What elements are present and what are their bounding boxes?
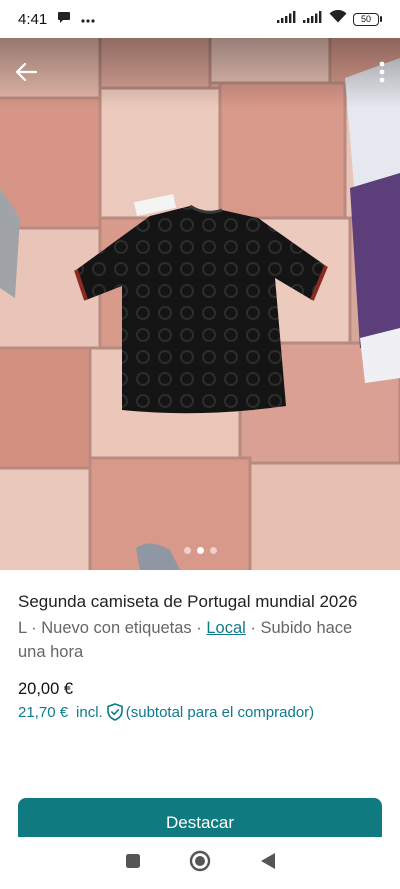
status-time: 4:41 — [18, 10, 48, 28]
buyer-price-note: (subtotal para el comprador) — [125, 703, 315, 721]
listing-meta: L · Nuevo con etiquetas · Local · Subido… — [18, 616, 382, 664]
photo-top-gradient — [0, 38, 400, 108]
carousel-indicator — [0, 547, 400, 554]
listing-details: Segunda camiseta de Portugal mundial 202… — [18, 590, 382, 721]
status-bar: 4:41 50 — [0, 0, 400, 38]
home-circle-icon — [189, 850, 211, 877]
product-photo-carousel[interactable] — [0, 38, 400, 570]
home-button[interactable] — [185, 848, 215, 878]
product-photo — [0, 38, 400, 570]
signal-icon — [277, 10, 297, 28]
back-arrow-icon — [15, 63, 37, 81]
triangle-back-icon — [260, 852, 276, 875]
listing-condition: Nuevo con etiquetas — [41, 619, 192, 637]
signal-icon — [303, 10, 323, 28]
chat-notification-icon — [57, 10, 71, 29]
feature-button-label: Destacar — [165, 813, 235, 832]
location-link[interactable]: Local — [206, 619, 245, 637]
back-button[interactable] — [10, 56, 42, 88]
wifi-icon — [329, 9, 347, 28]
buyer-price: 21,70 € — [18, 703, 69, 721]
status-system-icons: 50 — [277, 9, 382, 28]
buyer-price-row[interactable]: 21,70 € incl. (subtotal para el comprado… — [18, 703, 382, 721]
listing-title: Segunda camiseta de Portugal mundial 202… — [18, 592, 358, 611]
system-back-button[interactable] — [253, 848, 283, 878]
battery-level: 50 — [353, 12, 379, 26]
carousel-dot[interactable] — [209, 547, 217, 554]
recent-apps-button[interactable] — [118, 848, 148, 878]
more-notifications-icon — [81, 10, 95, 28]
carousel-dot-active[interactable] — [196, 547, 204, 554]
more-vertical-icon — [379, 61, 385, 83]
square-icon — [125, 853, 141, 874]
more-options-button[interactable] — [372, 56, 392, 88]
meta-separator: · — [191, 619, 207, 637]
listing-size: L — [18, 619, 27, 637]
battery-icon: 50 — [353, 12, 382, 26]
buyer-price-incl: incl. — [76, 703, 103, 721]
listing-price: 20,00 € — [18, 680, 74, 698]
meta-separator: · — [245, 619, 261, 637]
system-navigation-bar — [0, 837, 400, 889]
shield-check-icon — [106, 703, 123, 721]
status-notification-icons — [57, 10, 95, 29]
carousel-dot[interactable] — [183, 547, 191, 554]
meta-separator: · — [26, 619, 42, 637]
